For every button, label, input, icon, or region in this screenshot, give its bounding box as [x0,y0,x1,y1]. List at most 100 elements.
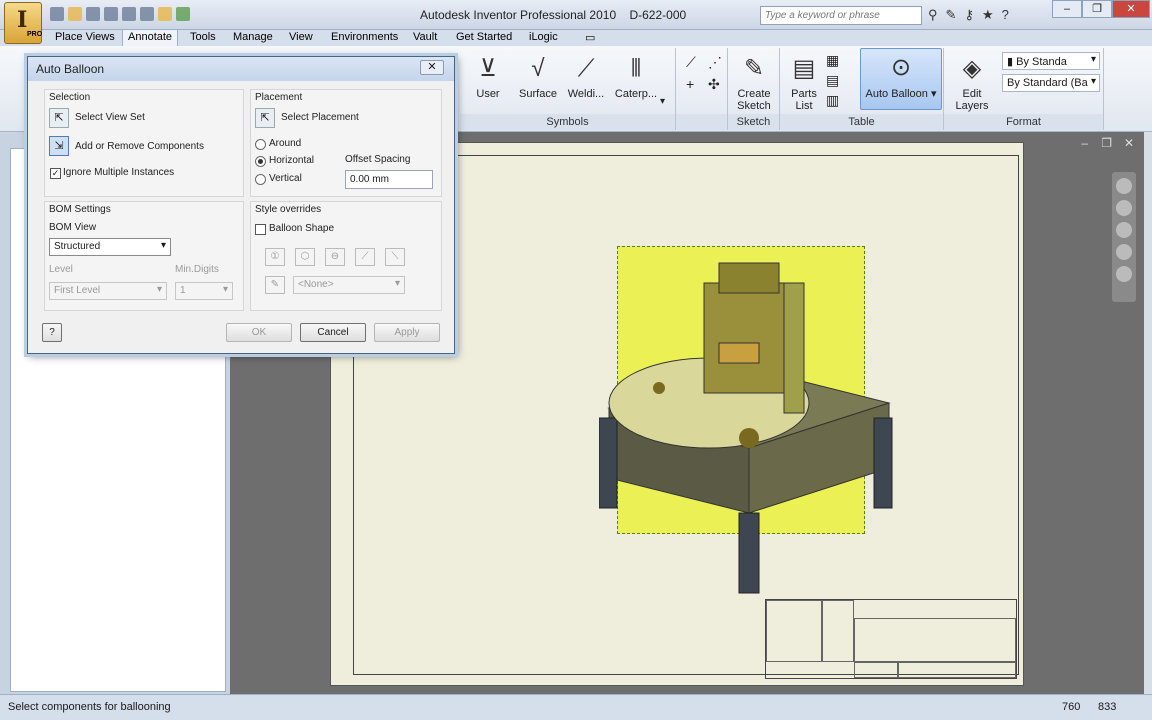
print-icon[interactable] [140,7,154,21]
hexagon-balloon-icon: ⬡ [295,248,315,266]
edit-layers-button[interactable]: ◈ Edit Layers [948,54,996,112]
restore-button[interactable]: ❐ [1082,0,1112,18]
select-view-set-label[interactable]: Select View Set [75,112,145,123]
around-radio[interactable] [255,139,266,150]
title-bar: Autodesk Inventor Professional 2010 D-62… [0,0,1152,30]
open-icon[interactable] [68,7,82,21]
add-remove-components-label[interactable]: Add or Remove Components [75,141,204,152]
status-x: 760 [1062,701,1081,713]
help-button[interactable]: ? [42,323,62,342]
dialog-close-button[interactable]: ✕ [420,60,444,75]
ignore-multiple-checkbox[interactable]: ✓ [50,168,61,179]
welding-icon: ⟋ [577,55,595,82]
vertical-radio[interactable] [255,174,266,185]
welding-button[interactable]: ⟋ Weldi... [564,54,608,100]
tab-environments[interactable]: Environments [331,31,398,43]
ribbon-tabs: Place Views Annotate Tools Manage View E… [0,29,1152,46]
application-menu-button[interactable]: I PRO [4,2,42,44]
user-symbol-button[interactable]: ⊻ User [468,54,508,100]
tab-tools[interactable]: Tools [190,31,216,43]
tab-view[interactable]: View [289,31,313,43]
key-icon[interactable]: ⚷ [964,7,974,23]
hole-table-icon[interactable]: ▥ [826,92,839,109]
selection-heading: Selection [49,92,91,103]
machine-assembly-view[interactable] [599,253,899,613]
centermark-icon[interactable]: + [686,76,694,92]
tab-get-started[interactable]: Get Started [456,31,512,43]
canvas-close-icon[interactable]: ✕ [1124,136,1134,150]
auto-balloon-button[interactable]: ⊙ Auto Balloon ▾ [860,48,942,110]
search-input[interactable]: Type a keyword or phrase [760,6,922,25]
linear-balloon-icon: ⟋ [355,248,375,266]
object-style-select[interactable]: By Standard (Ba [1002,74,1100,92]
symbols-more-icon[interactable]: ▾ [660,96,665,107]
dashed-line-icon[interactable]: ⋰ [708,54,722,71]
custom-balloon-icon: ✎ [265,276,285,294]
user-symbol-icon: ⊻ [479,55,497,82]
ignore-multiple-label: Ignore Multiple Instances [63,167,175,178]
select-placement-label[interactable]: Select Placement [281,112,359,123]
auto-balloon-icon: ⊙ [890,54,912,81]
horizontal-radio[interactable] [255,156,266,167]
star-icon[interactable]: ★ [982,7,994,23]
minimize-button[interactable]: – [1052,0,1082,18]
bom-view-select[interactable]: Structured [49,238,171,256]
dialog-title: Auto Balloon [28,57,454,81]
steering-wheel-icon[interactable] [1116,178,1132,194]
binoculars-icon[interactable]: ⚲ [928,7,938,23]
balloon-none-select: <None> [293,276,405,294]
format-group: ◈Edit Layers ▮ By Standa By Standard (Ba… [944,48,1104,130]
zoom-icon[interactable] [1116,222,1132,238]
layer-style-select[interactable]: ▮ By Standa [1002,52,1100,70]
vertical-label: Vertical [269,173,302,184]
close-button[interactable]: ✕ [1112,0,1150,18]
cancel-button[interactable]: Cancel [300,323,366,342]
tab-vault[interactable]: Vault [413,31,437,43]
quick-access-toolbar [50,7,190,21]
zoom-window-icon[interactable] [1116,244,1132,260]
placement-heading: Placement [255,92,303,103]
pan-icon[interactable] [1116,200,1132,216]
select-view-set-icon[interactable]: ⇱ [49,108,69,128]
window-title: Autodesk Inventor Professional 2010 D-62… [420,8,687,22]
caterpillar-button[interactable]: ⦀ Caterp... [612,54,660,100]
look-at-icon[interactable] [1116,266,1132,282]
canvas-minimize-icon[interactable]: – [1081,136,1088,150]
inventor-logo-icon: I [17,7,28,33]
create-sketch-button[interactable]: ✎ Create Sketch [732,54,776,112]
status-y: 833 [1098,701,1117,713]
ok-button: OK [226,323,292,342]
select-placement-icon[interactable]: ⇱ [255,108,275,128]
redo-icon[interactable] [122,7,136,21]
level-label: Level [49,264,73,275]
add-remove-components-icon[interactable]: ⇲ [49,136,69,156]
line-tool-icon[interactable]: ⟋ [686,54,696,71]
bom-settings-pane: BOM Settings BOM View Structured Level M… [44,201,244,311]
new-icon[interactable] [50,7,64,21]
tab-ilogic[interactable]: iLogic [529,31,558,43]
canvas-restore-icon[interactable]: ❐ [1101,136,1112,150]
table-icon[interactable]: ▦ [826,52,839,69]
style-overrides-heading: Style overrides [255,204,322,215]
bom-settings-heading: BOM Settings [49,204,111,215]
split-balloon-icon: ⊖ [325,248,345,266]
surface-button[interactable]: √ Surface [516,54,560,100]
tab-manage[interactable]: Manage [233,31,273,43]
balloon-shape-checkbox[interactable] [255,224,266,235]
undo-icon[interactable] [104,7,118,21]
revision-table-icon[interactable]: ▤ [826,72,839,89]
centerline-icon[interactable]: ✣ [708,76,720,93]
level-select: First Level [49,282,167,300]
parts-list-button[interactable]: ▤ Parts List [784,54,824,112]
offset-spacing-label: Offset Spacing [345,154,411,165]
project-icon[interactable] [158,7,172,21]
tab-annotate[interactable]: Annotate [122,29,179,46]
help-icon[interactable]: ? [1002,7,1009,23]
return-icon[interactable] [176,7,190,21]
offset-spacing-input[interactable]: 0.00 mm [345,170,433,189]
tab-place-views[interactable]: Place Views [55,31,115,43]
save-icon[interactable] [86,7,100,21]
ribbon-toggle-icon[interactable]: ▭ [585,31,595,44]
navigation-bar [1112,172,1136,302]
wrench-icon[interactable]: ✎ [946,7,957,23]
